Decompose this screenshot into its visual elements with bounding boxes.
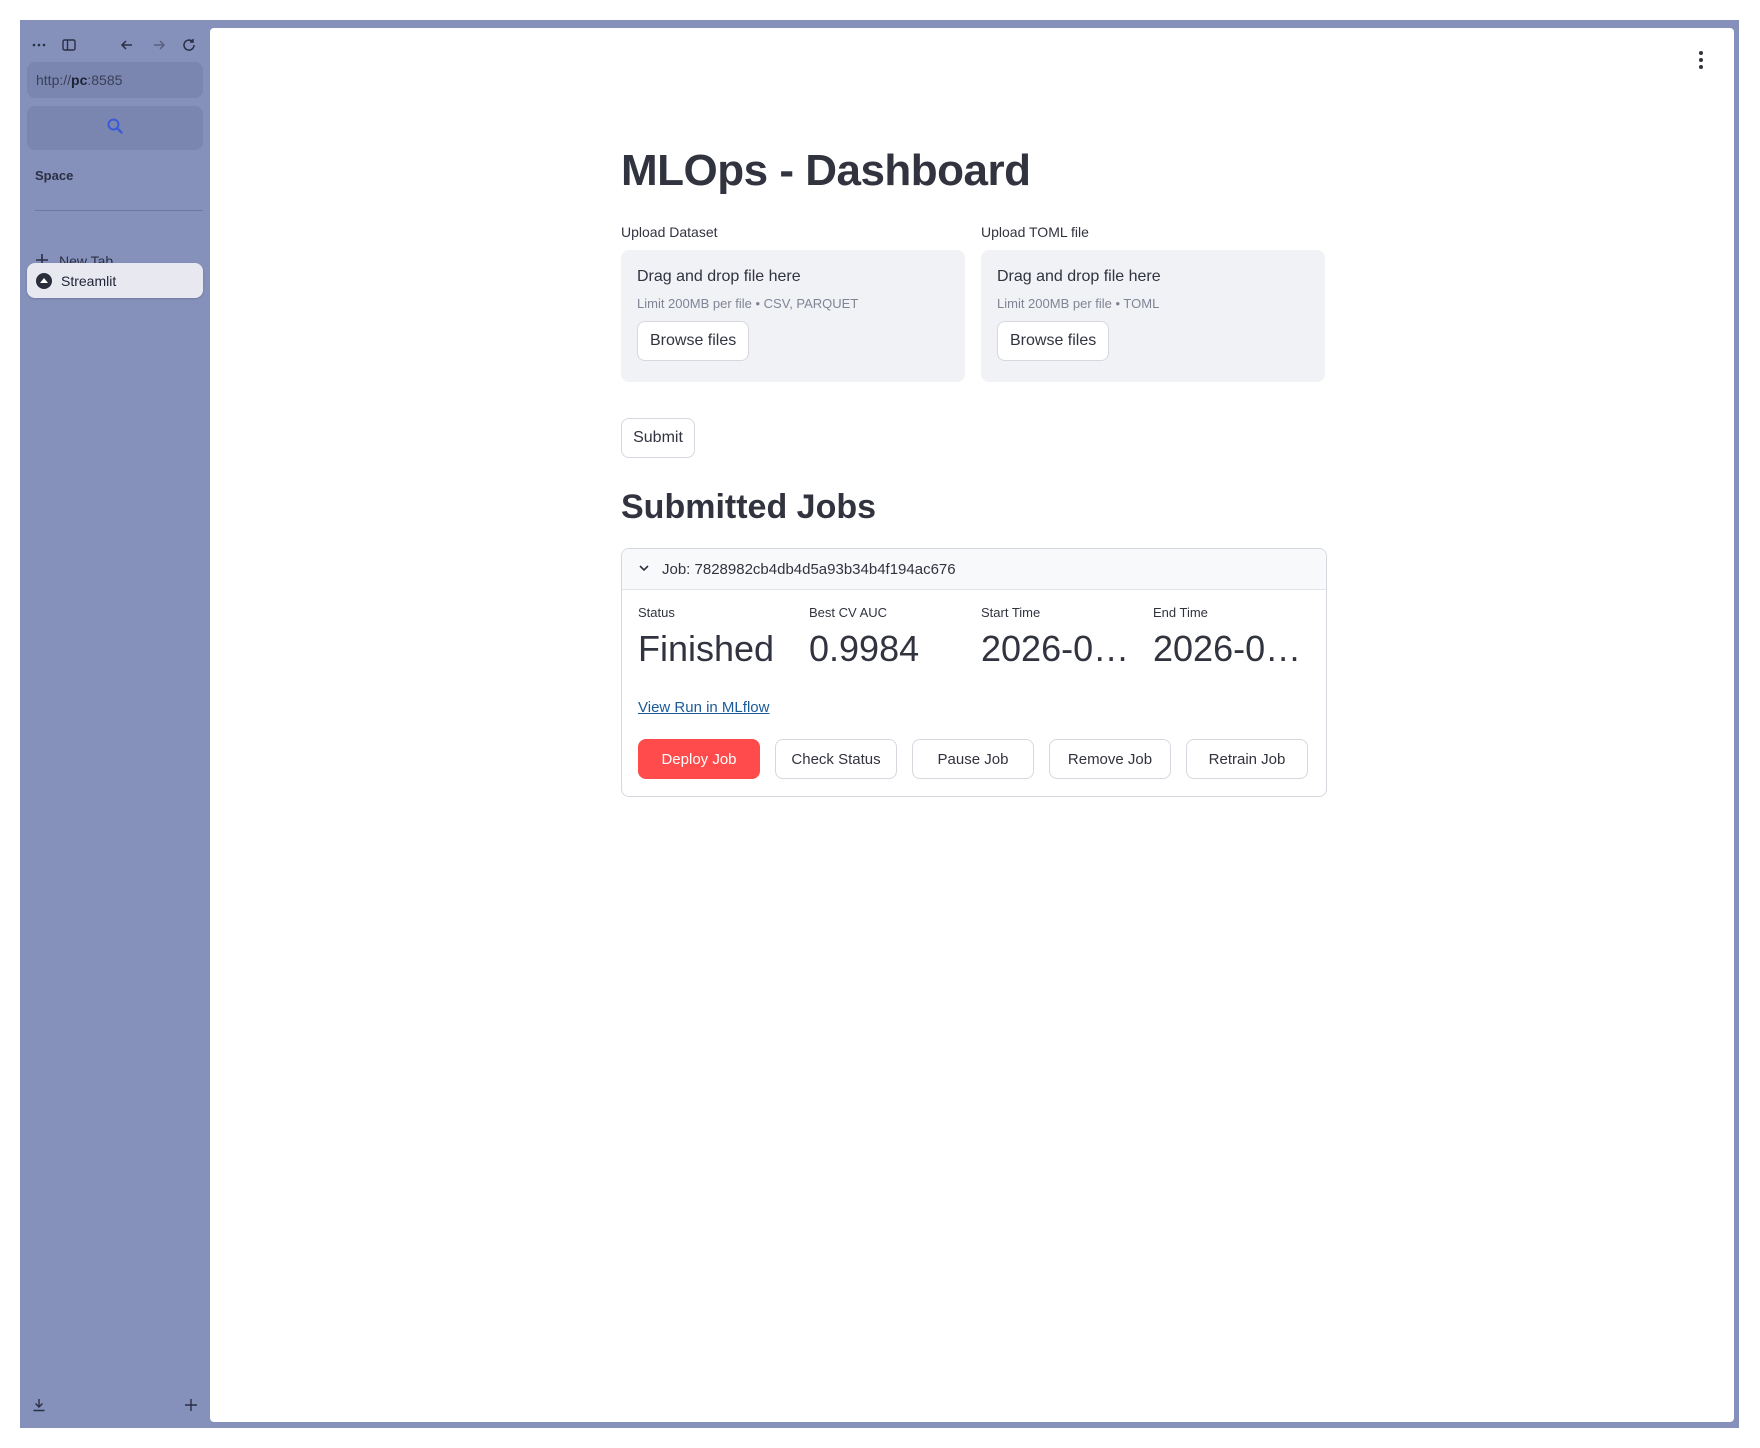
browser-frame: http://pc:8585 Space New Tab Streamlit	[20, 20, 1739, 1428]
address-bar[interactable]: http://pc:8585	[27, 62, 203, 98]
add-icon[interactable]	[180, 1394, 202, 1416]
url-prefix: http://	[36, 72, 72, 88]
job-actions: Deploy Job Check Status Pause Job Remove…	[638, 739, 1310, 779]
chevron-down-icon	[638, 561, 650, 578]
url-host: pc	[71, 72, 88, 88]
sidebar-toggle-icon[interactable]	[56, 32, 82, 58]
url-port: :8585	[87, 72, 123, 88]
forward-icon[interactable]	[146, 32, 172, 58]
metric-label: Best CV AUC	[809, 605, 888, 620]
check-status-button[interactable]: Check Status	[775, 739, 897, 779]
search-button[interactable]	[27, 106, 203, 150]
reload-icon[interactable]	[176, 32, 202, 58]
tab-streamlit[interactable]: Streamlit	[27, 263, 203, 298]
metric-label: End Time	[1153, 605, 1208, 620]
job-metrics: Status Finished Best CV AUC 0.9984 Start…	[638, 605, 1313, 669]
submit-button[interactable]: Submit	[621, 418, 695, 458]
toml-dropzone[interactable]: Drag and drop file here Limit 200MB per …	[981, 250, 1325, 382]
dataset-uploader-label: Upload Dataset	[621, 224, 718, 240]
more-icon[interactable]	[26, 32, 52, 58]
tab-label: Streamlit	[61, 272, 117, 289]
metric-value: 2026-01…	[981, 628, 1141, 669]
page-title: MLOps - Dashboard	[621, 146, 1031, 195]
dropzone-limit: Limit 200MB per file • TOML	[997, 296, 1160, 311]
metric-label: Start Time	[981, 605, 1041, 620]
page-content: MLOps - Dashboard Upload Dataset Drag an…	[210, 28, 1734, 1422]
metric-value: Finished	[638, 628, 775, 669]
metric-end-time: End Time 2026-01…	[1153, 605, 1313, 670]
submitted-jobs-heading: Submitted Jobs	[621, 488, 877, 526]
metric-best-cv-auc: Best CV AUC 0.9984	[809, 605, 969, 670]
toml-uploader-label: Upload TOML file	[981, 224, 1089, 240]
job-id-label: Job: 7828982cb4db4d5a93b34b4f194ac676	[662, 560, 956, 578]
browser-sidebar: http://pc:8585 Space New Tab Streamlit	[20, 20, 210, 1428]
job-expander-header[interactable]: Job: 7828982cb4db4d5a93b34b4f194ac676	[622, 549, 1326, 590]
browser-toolbar	[20, 32, 210, 60]
metric-value: 0.9984	[809, 628, 920, 669]
pause-job-button[interactable]: Pause Job	[912, 739, 1034, 779]
metric-status: Status Finished	[638, 605, 798, 670]
space-label: Space	[35, 168, 74, 183]
main-menu-icon[interactable]	[1694, 46, 1708, 74]
view-mlflow-link[interactable]: View Run in MLflow	[638, 699, 769, 716]
search-icon	[106, 117, 124, 140]
dataset-dropzone[interactable]: Drag and drop file here Limit 200MB per …	[621, 250, 965, 382]
sidebar-divider	[35, 210, 203, 211]
download-icon[interactable]	[28, 1394, 50, 1416]
toml-uploader: Upload TOML file Drag and drop file here…	[981, 224, 1325, 382]
dataset-browse-button[interactable]: Browse files	[637, 321, 750, 361]
dropzone-limit: Limit 200MB per file • CSV, PARQUET	[637, 296, 859, 311]
retrain-job-button[interactable]: Retrain Job	[1186, 739, 1308, 779]
streamlit-favicon-icon	[36, 272, 52, 289]
job-expander: Job: 7828982cb4db4d5a93b34b4f194ac676 St…	[621, 548, 1327, 797]
dataset-uploader: Upload Dataset Drag and drop file here L…	[621, 224, 965, 382]
metric-start-time: Start Time 2026-01…	[981, 605, 1141, 670]
toml-browse-button[interactable]: Browse files	[997, 321, 1110, 361]
remove-job-button[interactable]: Remove Job	[1049, 739, 1171, 779]
metric-label: Status	[638, 605, 675, 620]
dropzone-title: Drag and drop file here	[637, 268, 801, 285]
metric-value: 2026-01…	[1153, 628, 1313, 669]
deploy-job-button[interactable]: Deploy Job	[638, 739, 760, 779]
back-icon[interactable]	[114, 32, 140, 58]
dropzone-title: Drag and drop file here	[997, 268, 1161, 285]
